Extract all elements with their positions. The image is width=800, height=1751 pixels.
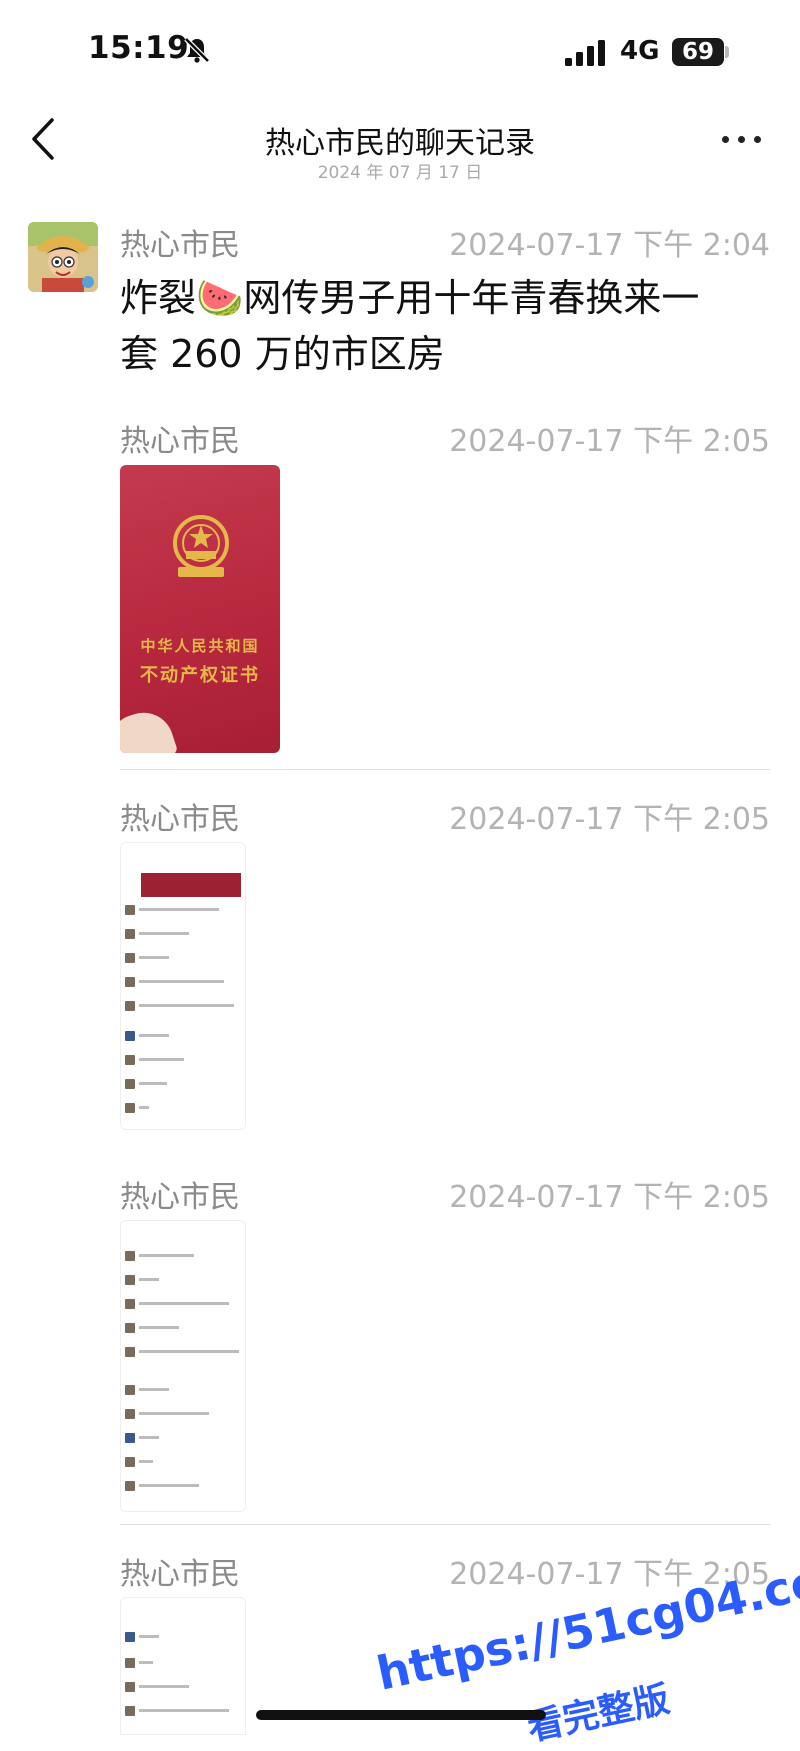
avatar-image	[28, 222, 98, 292]
chat-screenshot-image[interactable]	[120, 1597, 246, 1735]
watermark-caption: 看完整版	[523, 1678, 674, 1749]
certificate-photo[interactable]: 中华人民共和国 不动产权证书	[120, 465, 280, 753]
message-sender: 热心市民	[120, 424, 240, 459]
message-time: 2024-07-17 下午 2:05	[449, 802, 770, 837]
message-2-header: 热心市民 2024-07-17 下午 2:05	[120, 416, 770, 459]
message-time: 2024-07-17 下午 2:04	[449, 228, 770, 263]
message-text-line: 炸裂🍉网传男子用十年青春换来一	[120, 276, 700, 320]
divider	[120, 769, 770, 770]
message-4-header: 热心市民 2024-07-17 下午 2:05	[120, 1172, 770, 1215]
cellular-signal-icon	[565, 40, 605, 66]
status-bar: 15:19 4G 69	[0, 0, 800, 100]
avatar[interactable]	[28, 222, 98, 292]
message-3-header: 热心市民 2024-07-17 下午 2:05	[120, 794, 770, 837]
divider	[120, 1524, 770, 1525]
home-indicator[interactable]	[256, 1710, 546, 1720]
message-time: 2024-07-17 下午 2:05	[449, 1180, 770, 1215]
battery-cap	[725, 46, 729, 58]
message-time: 2024-07-17 下午 2:05	[449, 424, 770, 459]
hand-fingers	[120, 704, 179, 753]
certificate-title-1: 中华人民共和国	[140, 637, 260, 655]
network-type: 4G	[620, 36, 660, 66]
page-subtitle-date: 2024 年 07 月 17 日	[317, 163, 483, 183]
nav-bar: 热心市民的聊天记录 2024 年 07 月 17 日	[0, 100, 800, 195]
page-title: 热心市民的聊天记录	[265, 126, 535, 161]
message-sender: 热心市民	[120, 802, 240, 837]
message-text[interactable]: 炸裂🍉网传男子用十年青春换来一 套 260 万的市区房	[120, 270, 770, 382]
battery-icon: 69	[672, 38, 724, 66]
shot-red-banner	[141, 873, 241, 897]
message-sender: 热心市民	[120, 1180, 240, 1215]
message-sender: 热心市民	[120, 1557, 240, 1592]
bell-muted-icon	[184, 37, 210, 63]
certificate-title-2: 不动产权证书	[140, 665, 260, 686]
message-1: 热心市民 2024-07-17 下午 2:04 炸裂🍉网传男子用十年青春换来一 …	[120, 220, 770, 382]
more-options-icon[interactable]	[720, 126, 764, 152]
chat-screenshot-image[interactable]	[120, 1220, 246, 1512]
message-text-line: 套 260 万的市区房	[120, 332, 445, 376]
status-time: 15:19	[88, 30, 190, 66]
chat-screenshot-image[interactable]	[120, 842, 246, 1130]
message-sender: 热心市民	[120, 228, 240, 263]
national-emblem-icon	[173, 515, 229, 577]
